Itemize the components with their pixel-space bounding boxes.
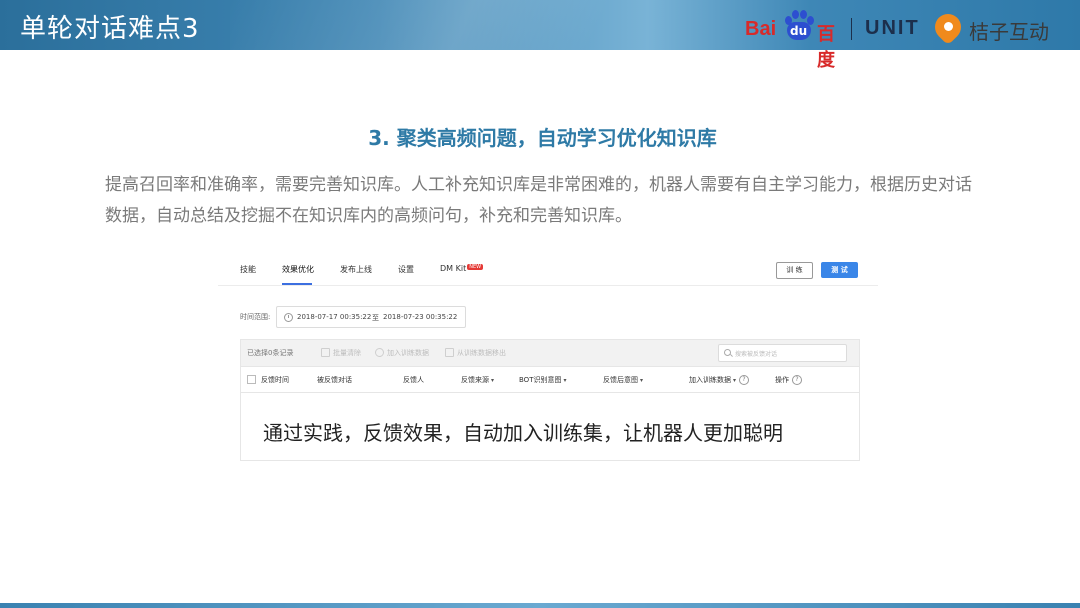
overlay-caption: 通过实践，反馈效果，自动加入训练集，让机器人更加聪明 xyxy=(263,421,783,445)
slide-subtitle: 3. 聚类高频问题，自动学习优化知识库 xyxy=(368,126,717,150)
help-icon[interactable]: ? xyxy=(739,375,750,385)
col-add-training[interactable]: 加入训练数据 ▾? xyxy=(689,375,750,385)
search-icon xyxy=(724,349,731,356)
new-badge: NEW xyxy=(467,264,484,270)
baidu-logo-latin: Bai xyxy=(745,18,777,40)
col-feedback-dialog: 被反馈对话 xyxy=(317,376,352,384)
logo-bar: Bai du 百度 UNIT 桔子互动 xyxy=(735,8,1080,71)
header-highlight xyxy=(230,0,750,50)
col-actions: 操作? xyxy=(775,375,802,385)
logo-divider xyxy=(851,18,852,40)
export-icon xyxy=(445,348,454,357)
unit-logo: UNIT xyxy=(865,17,920,39)
chevron-down-icon: ▾ xyxy=(491,377,495,384)
juzi-logo: 桔子互动 xyxy=(969,20,1049,44)
col-bot-intent-label: BOT识别意图 xyxy=(519,376,562,384)
baidu-logo-du: du xyxy=(790,24,808,38)
chevron-down-icon: ▾ xyxy=(640,377,644,384)
tab-bar: 技能 效果优化 发布上线 设置 DM Kit NEW 训 练 测 试 xyxy=(218,255,878,286)
col-feedback-time: 反馈时间 xyxy=(261,376,289,384)
clock-icon xyxy=(284,313,293,322)
active-tab-indicator xyxy=(282,283,312,285)
tab-skill[interactable]: 技能 xyxy=(240,264,256,275)
console-screenshot: 技能 效果优化 发布上线 设置 DM Kit NEW 训 练 测 试 时间范围: … xyxy=(218,255,878,465)
paw-toe xyxy=(800,10,807,19)
add-training-button[interactable]: 加入训练数据 xyxy=(387,348,429,358)
col-add-training-label: 加入训练数据 xyxy=(689,376,731,384)
baidu-logo-cn: 百度 xyxy=(817,24,835,71)
slide-header: 单轮对话难点3 Bai du 百度 UNIT 桔子互动 xyxy=(0,0,1080,71)
time-range-separator: 至 xyxy=(372,314,379,322)
remove-training-button[interactable]: 从训练数据移出 xyxy=(457,348,506,358)
help-icon[interactable]: ? xyxy=(792,375,802,385)
table-header: 反馈时间 被反馈对话 反馈人 反馈来源 ▾ BOT识别意图 ▾ 反馈后意图 ▾ 加入训… xyxy=(240,366,860,393)
col-bot-intent[interactable]: BOT识别意图 ▾ xyxy=(519,375,566,385)
search-placeholder: 搜索被反馈对话 xyxy=(735,351,778,358)
trash-icon xyxy=(321,348,330,357)
tab-settings[interactable]: 设置 xyxy=(398,264,414,275)
time-range-end: 2018-07-23 00:35:22 xyxy=(383,313,458,321)
tab-dm-kit[interactable]: DM Kit NEW xyxy=(440,264,484,273)
feedback-search-input[interactable]: 搜索被反馈对话 xyxy=(718,344,847,362)
time-range-picker[interactable]: 2018-07-17 00:35:22 至 2018-07-23 00:35:2… xyxy=(276,306,466,328)
col-post-feedback-intent-label: 反馈后意图 xyxy=(603,376,638,384)
table-body: 通过实践，反馈效果，自动加入训练集，让机器人更加聪明 xyxy=(240,393,860,461)
baidu-paw-icon: du xyxy=(783,10,815,42)
test-button[interactable]: 测 试 xyxy=(821,262,858,278)
col-feedback-source[interactable]: 反馈来源 ▾ xyxy=(461,375,494,385)
paw-toe xyxy=(792,10,799,19)
plus-circle-icon xyxy=(375,348,384,357)
col-feedback-source-label: 反馈来源 xyxy=(461,376,489,384)
select-all-checkbox[interactable] xyxy=(247,375,256,384)
selection-count: 已选择0条记录 xyxy=(247,349,294,357)
batch-clear-button[interactable]: 批量清除 xyxy=(333,348,361,358)
tab-optimization[interactable]: 效果优化 xyxy=(282,264,314,275)
slide-paragraph: 提高召回率和准确率，需要完善知识库。人工补充知识库是非常困难的，机器人需要有自主… xyxy=(105,175,972,226)
time-range-label: 时间范围: xyxy=(240,313,271,321)
chevron-down-icon: ▾ xyxy=(733,377,737,384)
col-actions-label: 操作 xyxy=(775,376,789,384)
footer-line xyxy=(0,603,1080,608)
slide-title: 单轮对话难点3 xyxy=(20,14,200,44)
train-button[interactable]: 训 练 xyxy=(776,262,813,279)
col-post-feedback-intent[interactable]: 反馈后意图 ▾ xyxy=(603,375,643,385)
col-feedback-user: 反馈人 xyxy=(403,376,424,384)
tab-publish[interactable]: 发布上线 xyxy=(340,264,372,275)
juzi-pin-dot xyxy=(944,22,953,31)
chevron-down-icon: ▾ xyxy=(563,377,567,384)
table-toolbar: 已选择0条记录 批量清除 加入训练数据 从训练数据移出 搜索被反馈对话 xyxy=(240,339,860,367)
tab-dm-kit-label: DM Kit xyxy=(440,264,467,273)
time-range-start: 2018-07-17 00:35:22 xyxy=(297,313,372,321)
